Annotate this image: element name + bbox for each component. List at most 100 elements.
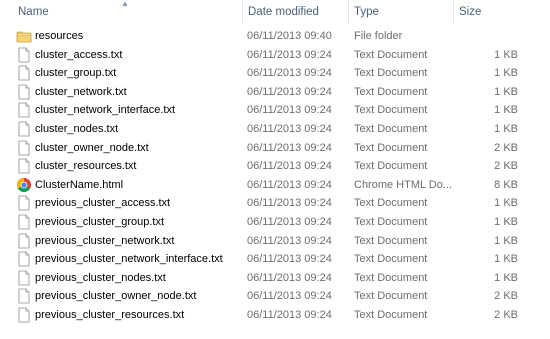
file-type: Text Document [354, 160, 428, 173]
file-type: Text Document [354, 271, 428, 284]
file-type: Chrome HTML Do... [354, 178, 453, 191]
file-type: Text Document [354, 67, 428, 80]
file-row[interactable]: cluster_network_interface.txt 06/11/2013… [0, 101, 550, 120]
file-date-modified: 06/11/2013 09:24 [247, 253, 332, 266]
file-date-modified: 06/11/2013 09:24 [247, 215, 332, 228]
file-name: cluster_network.txt [35, 85, 127, 98]
file-date-modified: 06/11/2013 09:24 [247, 234, 332, 247]
file-row[interactable]: previous_cluster_resources.txt 06/11/201… [0, 306, 550, 325]
file-date-modified: 06/11/2013 09:24 [247, 48, 332, 61]
file-row[interactable]: cluster_network.txt 06/11/2013 09:24 Tex… [0, 83, 550, 102]
file-date-modified: 06/11/2013 09:24 [247, 122, 332, 135]
file-row[interactable]: cluster_nodes.txt 06/11/2013 09:24 Text … [0, 120, 550, 139]
file-row[interactable]: previous_cluster_nodes.txt 06/11/2013 09… [0, 269, 550, 288]
file-date-modified: 06/11/2013 09:24 [247, 271, 332, 284]
text-file-icon [16, 270, 32, 286]
file-size [455, 27, 518, 46]
file-name: ClusterName.html [35, 178, 124, 191]
file-size: 1 KB [494, 85, 518, 98]
text-file-icon [16, 121, 32, 137]
file-date-modified: 06/11/2013 09:24 [247, 308, 332, 321]
file-size: 1 KB [494, 271, 518, 284]
file-size: 1 KB [494, 67, 518, 80]
file-size: 2 KB [494, 308, 518, 321]
file-size: 1 KB [494, 253, 518, 266]
file-size: 8 KB [494, 178, 518, 191]
file-type: Text Document [354, 104, 428, 117]
file-name: previous_cluster_access.txt [35, 197, 171, 210]
file-name: previous_cluster_group.txt [35, 215, 165, 228]
text-file-icon [16, 233, 32, 249]
file-row[interactable]: ClusterName.html 06/11/2013 09:24 Chrome… [0, 176, 550, 195]
file-size: 1 KB [494, 197, 518, 210]
column-header-type[interactable]: Type [348, 0, 453, 24]
file-date-modified: 06/11/2013 09:24 [247, 290, 332, 303]
text-file-icon [16, 251, 32, 267]
file-row[interactable]: previous_cluster_network.txt 06/11/2013 … [0, 232, 550, 251]
file-row[interactable]: previous_cluster_network_interface.txt 0… [0, 250, 550, 269]
text-file-icon [16, 65, 32, 81]
file-date-modified: 06/11/2013 09:24 [247, 85, 332, 98]
file-type: Text Document [354, 197, 428, 210]
text-file-icon [16, 158, 32, 174]
text-file-icon [16, 84, 32, 100]
text-file-icon [16, 140, 32, 156]
column-header-size[interactable]: Size [453, 0, 528, 24]
file-row[interactable]: cluster_resources.txt 06/11/2013 09:24 T… [0, 157, 550, 176]
file-name: previous_cluster_resources.txt [35, 308, 185, 321]
file-name: previous_cluster_nodes.txt [35, 271, 166, 284]
file-date-modified: 06/11/2013 09:24 [247, 178, 332, 191]
file-size: 2 KB [494, 290, 518, 303]
file-date-modified: 06/11/2013 09:24 [247, 104, 332, 117]
file-size: 1 KB [494, 234, 518, 247]
file-type: Text Document [354, 85, 428, 98]
text-file-icon [16, 214, 32, 230]
file-type: Text Document [354, 234, 428, 247]
file-name: previous_cluster_owner_node.txt [35, 290, 197, 303]
file-type: Text Document [354, 290, 428, 303]
text-file-icon [16, 307, 32, 323]
file-name: cluster_access.txt [35, 48, 123, 61]
file-type: Text Document [354, 308, 428, 321]
file-name: cluster_network_interface.txt [35, 104, 176, 117]
file-date-modified: 06/11/2013 09:40 [247, 30, 332, 42]
file-date-modified: 06/11/2013 09:24 [247, 197, 332, 210]
file-date-modified: 06/11/2013 09:24 [247, 160, 332, 173]
file-name: resources [35, 30, 84, 42]
file-date-modified: 06/11/2013 09:24 [247, 67, 332, 80]
chrome-icon [16, 177, 32, 193]
folder-icon [16, 28, 32, 44]
column-header-date-modified[interactable]: Date modified [242, 0, 348, 24]
column-header-bar: ▲ Name Date modified Type Size [0, 0, 550, 24]
file-name: cluster_group.txt [35, 67, 117, 80]
file-list: resources 06/11/2013 09:40 File folder c… [0, 27, 550, 325]
file-name: cluster_nodes.txt [35, 122, 119, 135]
file-type: Text Document [354, 215, 428, 228]
file-name: previous_cluster_network.txt [35, 234, 175, 247]
file-size: 1 KB [494, 122, 518, 135]
file-size: 1 KB [494, 104, 518, 117]
file-size: 2 KB [494, 141, 518, 154]
file-size: 2 KB [494, 160, 518, 173]
file-row[interactable]: resources 06/11/2013 09:40 File folder [0, 27, 550, 46]
file-size: 1 KB [494, 48, 518, 61]
file-type: File folder [354, 30, 403, 42]
text-file-icon [16, 288, 32, 304]
file-row[interactable]: previous_cluster_access.txt 06/11/2013 0… [0, 194, 550, 213]
column-header-name[interactable]: Name [12, 0, 242, 24]
file-name: previous_cluster_network_interface.txt [35, 253, 223, 266]
text-file-icon [16, 47, 32, 63]
text-file-icon [16, 102, 32, 118]
file-type: Text Document [354, 48, 428, 61]
file-date-modified: 06/11/2013 09:24 [247, 141, 332, 154]
file-name: cluster_owner_node.txt [35, 141, 149, 154]
file-row[interactable]: previous_cluster_owner_node.txt 06/11/20… [0, 287, 550, 306]
file-type: Text Document [354, 141, 428, 154]
file-row[interactable]: previous_cluster_group.txt 06/11/2013 09… [0, 213, 550, 232]
file-type: Text Document [354, 122, 428, 135]
text-file-icon [16, 195, 32, 211]
file-row[interactable]: cluster_access.txt 06/11/2013 09:24 Text… [0, 46, 550, 65]
file-row[interactable]: cluster_group.txt 06/11/2013 09:24 Text … [0, 64, 550, 83]
file-row[interactable]: cluster_owner_node.txt 06/11/2013 09:24 … [0, 139, 550, 158]
file-type: Text Document [354, 253, 428, 266]
